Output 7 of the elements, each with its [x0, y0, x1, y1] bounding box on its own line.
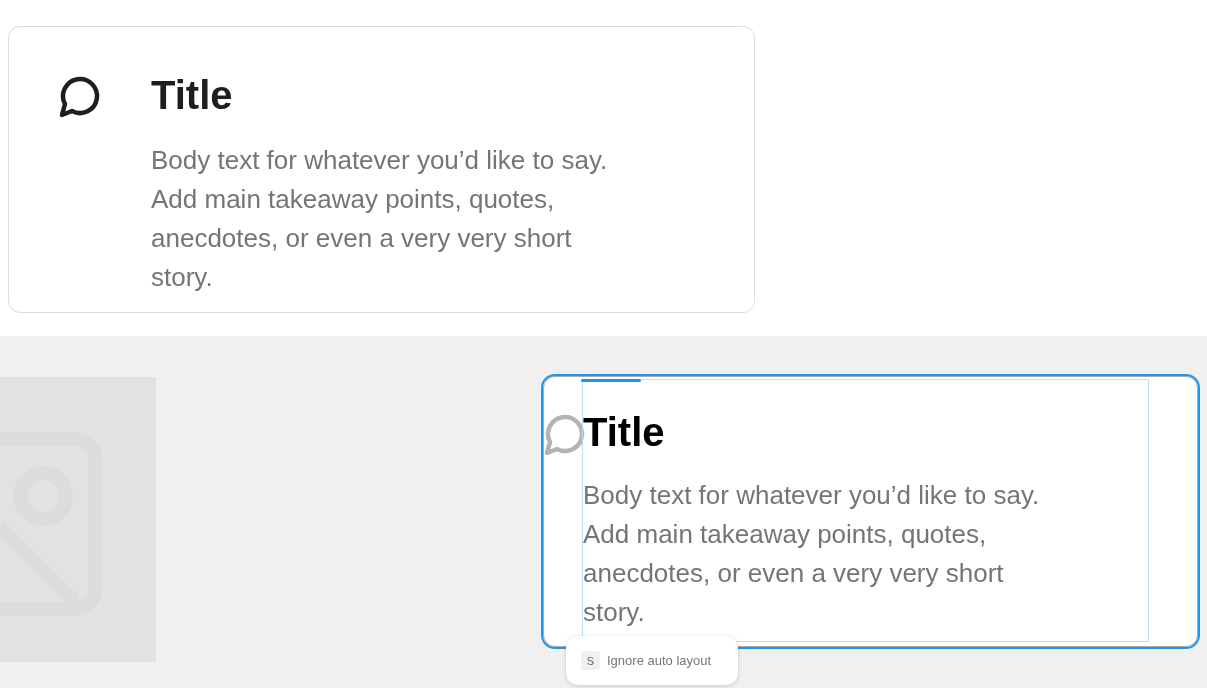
card-title: Title — [583, 409, 666, 456]
resize-handle[interactable] — [581, 379, 641, 382]
card-body-text: Body text for whatever you’d like to say. Add main takeaway points, quotes, anecdotes, or even a very very short story. — [151, 144, 609, 294]
shortcut-key: S — [581, 651, 600, 670]
card-title: Title — [151, 72, 234, 119]
tooltip-label: Ignore auto layout — [607, 653, 712, 668]
card-body-text: Body text for whatever you’d like to say. Add main takeaway points, quotes, anecdotes, or even a very very short story. — [583, 479, 1041, 629]
